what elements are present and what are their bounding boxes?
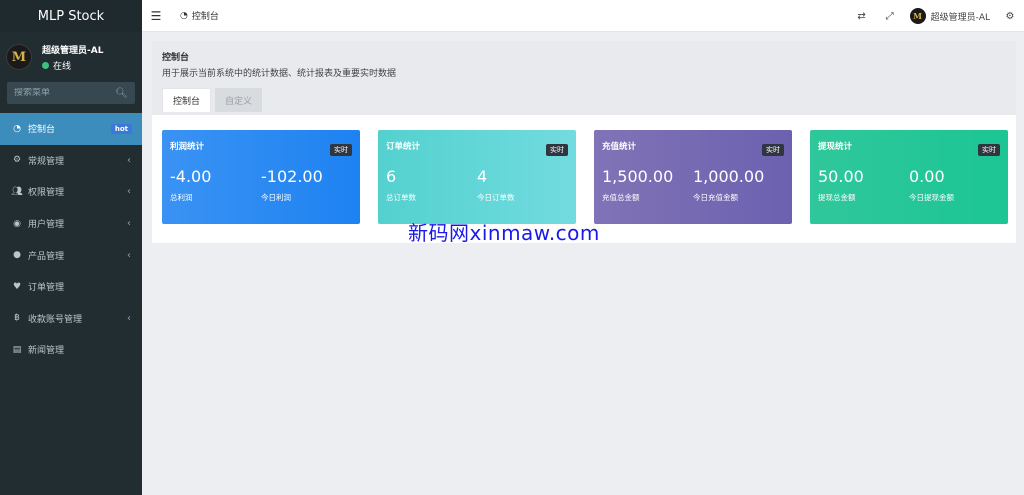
cogs-icon: ⚙ — [12, 155, 22, 166]
chevron-left-icon: ‹ — [127, 218, 131, 230]
profit-card: 利润统计 实时 -4.00 总利润 -102.00 今日利润 — [162, 130, 360, 224]
sidebar-item-label: 新闻管理 — [28, 346, 65, 357]
realtime-badge: 实时 — [978, 144, 1000, 156]
tab-custom[interactable]: 自定义 — [215, 88, 263, 112]
stat-value: 4 — [477, 167, 488, 186]
sidebar-item-users[interactable]: ◉ 用户管理 ‹ — [0, 208, 142, 240]
translate-icon[interactable]: ⇄ — [848, 11, 876, 22]
chevron-left-icon: ‹ — [127, 154, 131, 166]
sidebar-item-label: 收款账号管理 — [28, 314, 83, 325]
header-user-name: 超级管理员-AL — [930, 12, 990, 23]
stat-label: 今日充值金额 — [693, 193, 738, 202]
realtime-badge: 实时 — [762, 144, 784, 156]
sidebar-user-name: 超级管理员-AL — [42, 45, 104, 56]
sidebar: MLP Stock M 超级管理员-AL 在线 🔍︎ ◔ 控制台 hot ⚙ 常… — [0, 0, 142, 495]
chevron-left-icon: ‹ — [127, 312, 131, 324]
chevron-left-icon: ‹ — [127, 186, 131, 198]
orders-card: 订单统计 实时 6 总订单数 4 今日订单数 — [378, 130, 576, 224]
realtime-badge: 实时 — [330, 144, 352, 156]
card-title: 订单统计 — [386, 142, 421, 152]
sidebar-item-label: 订单管理 — [28, 283, 65, 294]
card-title: 充值统计 — [602, 142, 637, 152]
user-panel: M 超级管理员-AL 在线 — [0, 36, 142, 78]
users-icon: 👥︎ — [11, 186, 23, 197]
stat-label: 今日订单数 — [477, 193, 515, 202]
product-icon: ● — [13, 250, 21, 261]
stat-value: 6 — [386, 167, 397, 186]
sidebar-item-label: 产品管理 — [28, 251, 65, 262]
header-actions: ⇄ ⤢ M 超级管理员-AL ⚙ — [848, 0, 1024, 32]
tab-dashboard-content[interactable]: 控制台 — [162, 88, 212, 112]
search-box: 🔍︎ — [7, 82, 135, 104]
heartbeat-icon: ♥ — [12, 281, 22, 292]
app-brand[interactable]: MLP Stock — [0, 0, 142, 32]
stat-value: 1,000.00 — [693, 167, 765, 186]
header-user-menu[interactable]: M 超级管理员-AL — [909, 8, 990, 24]
menu-toggle-icon[interactable]: ☰ — [142, 9, 170, 23]
hot-badge: hot — [110, 123, 132, 134]
sidebar-item-label: 用户管理 — [28, 220, 65, 231]
sidebar-menu: ◔ 控制台 hot ⚙ 常规管理 ‹ 👥︎ 权限管理 ‹ ◉ 用户管理 ‹ ● … — [0, 113, 142, 366]
stat-value: -4.00 — [170, 167, 212, 186]
sidebar-item-label: 常规管理 — [28, 156, 65, 167]
sidebar-item-news[interactable]: ▤ 新闻管理 — [0, 334, 142, 366]
sidebar-item-label: 控制台 — [28, 125, 56, 136]
stat-label: 充值总金额 — [602, 193, 640, 202]
user-circle-icon: ◉ — [13, 218, 21, 229]
stat-value: 50.00 — [818, 167, 864, 186]
recharge-card: 充值统计 实时 1,500.00 充值总金额 1,000.00 今日充值金额 — [594, 130, 792, 224]
sidebar-item-permissions[interactable]: 👥︎ 权限管理 ‹ — [0, 176, 142, 208]
watermark: 新码网xinmaw.com — [408, 221, 600, 245]
dashboard-icon: ◔ — [180, 10, 188, 21]
sidebar-item-accounts[interactable]: ฿ 收款账号管理 ‹ — [0, 303, 142, 335]
stat-label: 今日提现金额 — [909, 193, 954, 202]
tab-dashboard[interactable]: ◔ 控制台 — [170, 9, 229, 23]
online-dot-icon — [42, 61, 49, 69]
dashboard-icon: ◔ — [13, 123, 21, 134]
stat-value: 0.00 — [909, 167, 945, 186]
tab-label: 控制台 — [191, 12, 219, 22]
avatar: M — [6, 44, 32, 70]
stat-label: 总利润 — [170, 193, 193, 202]
withdraw-card: 提现统计 实时 50.00 提现总金额 0.00 今日提现金额 — [810, 130, 1008, 224]
avatar: M — [909, 8, 926, 24]
stat-value: 1,500.00 — [602, 167, 674, 186]
card-title: 提现统计 — [818, 142, 853, 152]
top-header: ☰ ◔ 控制台 ⇄ ⤢ M 超级管理员-AL ⚙ — [142, 0, 1024, 32]
page-description: 用于展示当前系统中的统计数据、统计报表及重要实时数据 — [162, 69, 397, 79]
stat-label: 总订单数 — [386, 193, 416, 202]
sidebar-item-dashboard[interactable]: ◔ 控制台 hot — [0, 113, 142, 145]
card-title: 利润统计 — [170, 142, 205, 152]
sidebar-item-products[interactable]: ● 产品管理 ‹ — [0, 239, 142, 271]
search-input[interactable] — [14, 88, 109, 98]
main-content: 控制台 用于展示当前系统中的统计数据、统计报表及重要实时数据 控制台 自定义 利… — [152, 41, 1016, 243]
content-tabs: 控制台 自定义 — [162, 88, 1006, 112]
realtime-badge: 实时 — [546, 144, 568, 156]
chevron-left-icon: ‹ — [127, 249, 131, 261]
sidebar-item-label: 权限管理 — [28, 188, 65, 199]
sidebar-item-orders[interactable]: ♥ 订单管理 — [0, 271, 142, 303]
page-title: 控制台 — [162, 53, 190, 63]
bitcoin-icon: ฿ — [14, 313, 20, 324]
stat-label: 提现总金额 — [818, 193, 856, 202]
status-text: 在线 — [53, 61, 72, 72]
stat-label: 今日利润 — [261, 193, 291, 202]
fullscreen-icon[interactable]: ⤢ — [876, 11, 904, 22]
page-header: 控制台 用于展示当前系统中的统计数据、统计报表及重要实时数据 控制台 自定义 — [152, 41, 1016, 115]
sidebar-item-general[interactable]: ⚙ 常规管理 ‹ — [0, 145, 142, 177]
stat-value: -102.00 — [261, 167, 323, 186]
settings-icon[interactable]: ⚙ — [996, 11, 1024, 22]
user-status: 在线 — [42, 59, 103, 72]
newspaper-icon: ▤ — [12, 344, 22, 355]
search-icon[interactable]: 🔍︎ — [115, 88, 128, 99]
